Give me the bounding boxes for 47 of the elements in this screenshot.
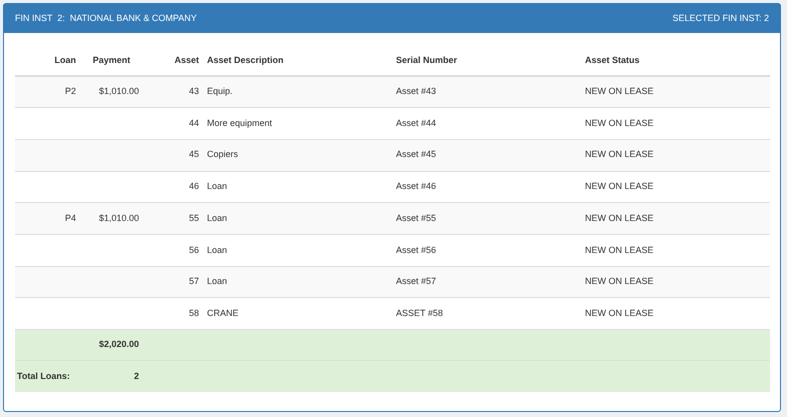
column-header: Serial Number (396, 55, 458, 66)
table-cell: Loan (207, 244, 228, 255)
table-cell: 56 (188, 244, 199, 255)
table-cell: 55 (188, 212, 199, 223)
table-cell: Asset #45 (396, 149, 436, 160)
table-cell: NEW ON LEASE (585, 149, 654, 160)
payment-total: $2,020.00 (98, 339, 139, 350)
column-header: Asset Description (207, 55, 284, 66)
table-cell: 58 (188, 308, 199, 318)
table-cell: Asset #46 (396, 181, 436, 192)
table-cell: 57 (188, 276, 199, 286)
table-cell: Asset #56 (396, 244, 436, 255)
table-cell: NEW ON LEASE (585, 212, 654, 223)
selected-fin-inst: SELECTED FIN INST: 2 (672, 12, 769, 25)
table-cell: NEW ON LEASE (585, 86, 654, 96)
table-cell: 46 (188, 181, 199, 192)
table-cell: 45 (188, 149, 199, 160)
table-cell: Loan (207, 212, 228, 223)
panel-title: FIN INST 2: NATIONAL BANK & COMPANY (15, 12, 197, 25)
table-cell: Equip. (207, 86, 233, 96)
column-header: Asset (174, 55, 199, 66)
table-cell: NEW ON LEASE (585, 118, 654, 128)
total-loans-label: Total Loans: (17, 370, 70, 380)
table-cell: NEW ON LEASE (585, 244, 654, 255)
table-cell: NEW ON LEASE (585, 276, 654, 286)
table-cell: NEW ON LEASE (585, 308, 654, 318)
column-header: Payment (92, 55, 130, 66)
table-cell: P2 (64, 86, 76, 96)
table-cell: ASSET #58 (396, 308, 443, 318)
table-cell: NEW ON LEASE (585, 181, 654, 192)
total-loans-count: 2 (134, 370, 139, 380)
table-cell: Asset #55 (396, 212, 436, 223)
table-cell: 43 (188, 86, 199, 96)
table-cell: Asset #44 (396, 118, 436, 128)
table-cell: $1,010.00 (98, 212, 139, 223)
table-cell: More equipment (207, 118, 272, 128)
table-cell: 44 (188, 118, 199, 128)
table-cell: P4 (64, 212, 76, 223)
table-cell: CRANE (207, 308, 239, 318)
table-cell: $1,010.00 (98, 86, 139, 96)
table-cell: Asset #57 (396, 276, 436, 286)
table-cell: Copiers (207, 149, 238, 160)
table-cell: Loan (207, 181, 228, 192)
column-header: Asset Status (585, 55, 640, 66)
table-cell: Loan (207, 276, 228, 286)
table-cell: Asset #43 (396, 86, 436, 96)
column-header: Loan (54, 55, 76, 66)
